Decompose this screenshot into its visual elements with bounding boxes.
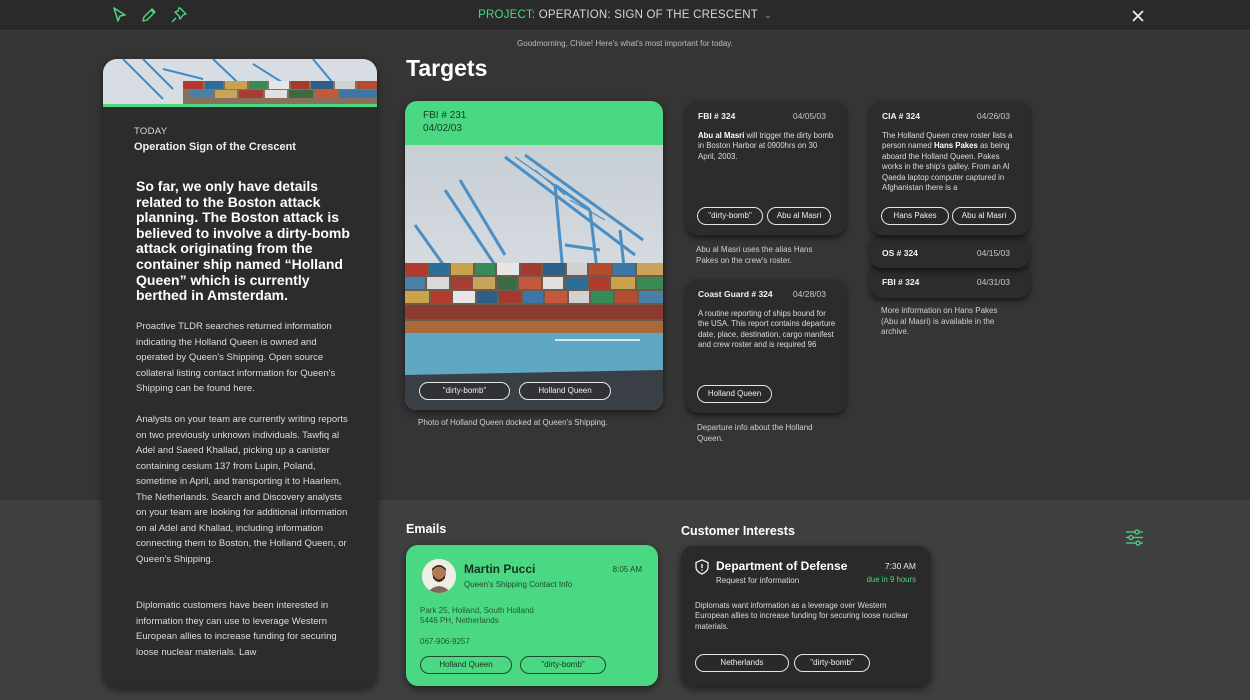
customer-org: Department of Defense [716,559,848,573]
shield-icon [694,559,710,575]
customer-time: 7:30 AM [884,561,916,571]
today-label: TODAY [134,126,168,137]
target-card-photo[interactable]: FBI # 231 04/02/03 "dirty-bomb" Holland … [405,101,663,410]
customer-interest-card[interactable]: Department of Defense Request for inform… [681,546,931,686]
card-caption: Abu al Masri uses the alias Hans Pakes o… [696,245,813,265]
target-body: Abu al Masri will trigger the dirty bomb… [698,131,836,162]
target-card-header: FBI # 231 04/02/03 [405,101,663,145]
tag-abu-al-masri[interactable]: Abu al Masri [952,207,1016,225]
tag-dirty-bomb[interactable]: "dirty-bomb" [697,207,763,225]
top-bar: PROJECT: OPERATION: SIGN OF THE CRESCENT… [0,0,1250,31]
email-address-line: 5446 PH, Netherlands [420,616,499,625]
target-date: 04/02/03 [423,123,462,134]
target-card-fbi-324[interactable]: FBI # 324 04/05/03 Abu al Masri will tri… [686,101,846,235]
close-icon[interactable] [1131,9,1145,23]
ship-photo [405,145,663,410]
highlight-name: Hans Pakes [934,141,978,151]
summary-paragraph: Diplomatic customers have been intereste… [136,600,337,658]
tag-holland-queen[interactable]: Holland Queen [697,385,772,403]
highlight-name: Abu al Masri [698,131,745,140]
target-id: CIA # 324 [882,111,920,121]
card-caption: Departure info about the Holland Queen. [697,423,813,443]
project-selector[interactable]: PROJECT: OPERATION: SIGN OF THE CRESCENT… [0,9,1250,21]
target-id: FBI # 324 [698,111,736,121]
target-id: OS # 324 [882,248,918,258]
tag-netherlands[interactable]: Netherlands [695,654,789,672]
email-subject: Queen's Shipping Contact Info [464,580,573,589]
customer-due: due in 9 hours [866,575,916,584]
card-caption: More information on Hans Pakes (Abu al M… [881,306,998,336]
target-card-os-324[interactable]: OS # 324 04/15/03 [870,234,1030,268]
greeting: Goodmorning, Chloe! Here's what's most i… [517,39,733,48]
tag-holland-queen[interactable]: Holland Queen [519,382,611,400]
summary-paragraph: Analysts on your team are currently writ… [136,414,348,565]
target-id: FBI # 324 [882,277,920,287]
tag-dirty-bomb[interactable]: "dirty-bomb" [520,656,606,674]
target-id: Coast Guard # 324 [698,289,773,299]
customer-interests-heading: Customer Interests [681,524,795,538]
summary-card[interactable]: TODAY Operation Sign of the Crescent So … [103,59,377,687]
summary-paragraph: Proactive TLDR searches returned informa… [136,321,336,394]
tag-hans-pakes[interactable]: Hans Pakes [881,207,949,225]
project-prefix: PROJECT: [478,9,536,21]
chevron-down-icon: ⌄ [764,10,772,20]
photo-caption: Photo of Holland Queen docked at Queen's… [418,418,608,427]
tag-dirty-bomb[interactable]: "dirty-bomb" [794,654,870,672]
tag-dirty-bomb[interactable]: "dirty-bomb" [419,382,510,400]
target-card-coast-guard-324[interactable]: Coast Guard # 324 04/28/03 A routine rep… [686,279,846,413]
email-card[interactable]: Martin Pucci Queen's Shipping Contact In… [406,545,658,686]
customer-request-type: Request for information [716,576,800,585]
project-name: OPERATION: SIGN OF THE CRESCENT [538,9,758,21]
emails-heading: Emails [406,522,447,536]
tag-abu-al-masri[interactable]: Abu al Masri [767,207,831,225]
operation-name: Operation Sign of the Crescent [134,141,296,153]
email-phone: 067-906-9257 [420,637,470,646]
target-date: 04/31/03 [976,277,1010,287]
target-date: 04/28/03 [792,289,826,299]
email-time: 8:05 AM [612,565,642,574]
filter-settings-icon[interactable] [1125,528,1144,547]
target-body: The Holland Queen crew roster lists a pe… [882,131,1020,193]
target-id: FBI # 231 [423,110,467,121]
target-date: 04/26/03 [976,111,1010,121]
customer-body: Diplomats want information as a leverage… [695,601,909,631]
email-address-line: Park 25, Holland, South Holland [420,606,534,615]
harbor-image [103,59,377,105]
targets-heading: Targets [406,55,488,81]
target-card-cia-324[interactable]: CIA # 324 04/26/03 The Holland Queen cre… [870,101,1030,235]
target-date: 04/05/03 [792,111,826,121]
tag-holland-queen[interactable]: Holland Queen [420,656,512,674]
email-sender: Martin Pucci [464,562,536,576]
target-date: 04/15/03 [976,248,1010,258]
avatar [422,559,456,593]
target-body: A routine reporting of ships bound for t… [698,309,836,350]
accent-divider [103,104,377,107]
summary-headline: So far, we only have details related to … [136,178,350,304]
